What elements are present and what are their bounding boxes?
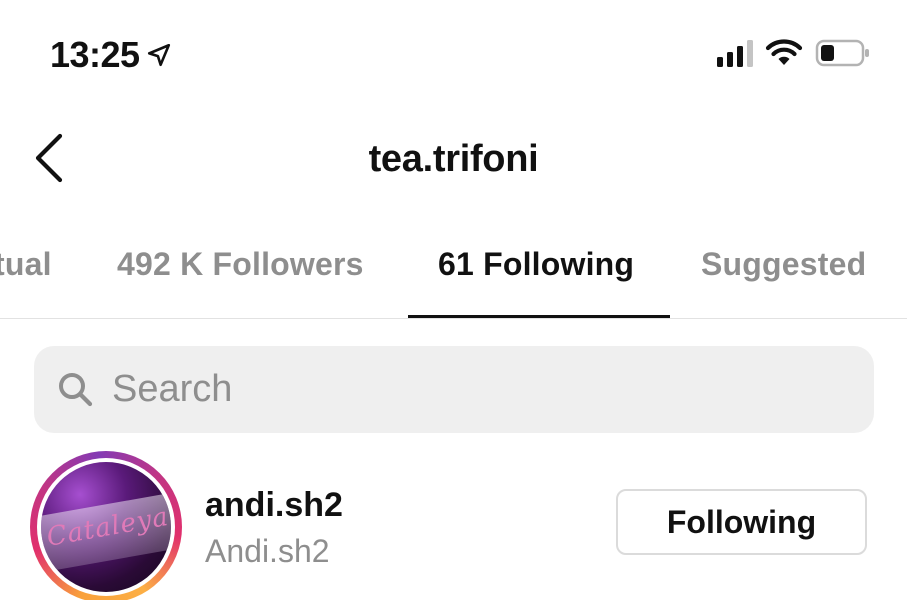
search-bar[interactable] [34, 346, 874, 433]
tab-suggested[interactable]: Suggested [701, 246, 866, 283]
tab-bar: tual 492 K Followers 61 Following Sugges… [0, 246, 907, 318]
list-item-username[interactable]: andi.sh2 [205, 486, 343, 525]
search-input[interactable] [110, 367, 814, 412]
search-icon [59, 372, 93, 406]
status-icons [717, 38, 871, 68]
tab-mutual[interactable]: tual [0, 246, 52, 283]
battery-icon [815, 39, 869, 67]
tab-following[interactable]: 61 Following [438, 246, 634, 283]
cellular-signal-icon [717, 39, 753, 67]
status-time-text: 13:25 [50, 34, 140, 75]
avatar-sign-text: Cataleya [44, 501, 171, 553]
tabs-divider [0, 318, 907, 319]
wifi-icon [765, 39, 803, 65]
following-button[interactable]: Following [616, 489, 867, 555]
list-item-full-name: Andi.sh2 [205, 533, 330, 569]
avatar-sign: Cataleya [41, 491, 171, 573]
page-title: tea.trifoni [368, 138, 539, 180]
tab-followers[interactable]: 492 K Followers [117, 246, 364, 283]
avatar-photo: Cataleya [41, 462, 171, 592]
avatar-frame: Cataleya [37, 458, 175, 596]
status-time: 13:25 [50, 34, 172, 76]
location-arrow-icon [147, 43, 170, 67]
avatar[interactable]: Cataleya [30, 451, 182, 600]
following-screen: 13:25 tea.trifoni tual 492 K Followers [0, 0, 907, 600]
